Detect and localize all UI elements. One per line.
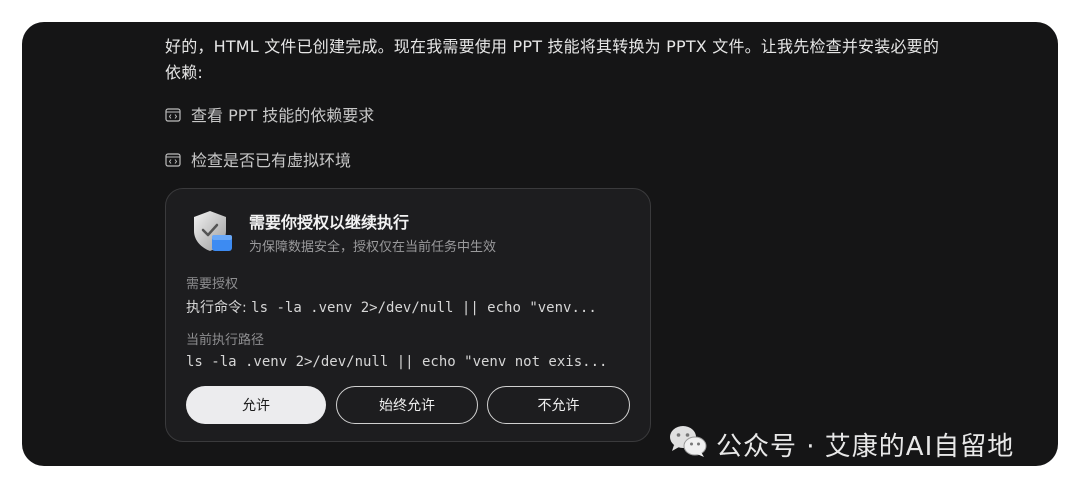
step-label: 查看 PPT 技能的依赖要求 [191, 106, 375, 125]
code-icon [165, 107, 181, 122]
card-subtitle: 为保障数据安全，授权仅在当前任务中生效 [249, 240, 497, 255]
always-allow-button[interactable]: 始终允许 [336, 386, 478, 424]
allow-button[interactable]: 允许 [186, 386, 326, 424]
watermark-text: 公众号 · 艾康的AI自留地 [716, 432, 1015, 462]
card-title: 需要你授权以继续执行 [249, 213, 410, 232]
command-value: ls -la .venv 2>/dev/null || echo "venv..… [251, 300, 597, 316]
step-item[interactable]: 查看 PPT 技能的依赖要求 [165, 102, 374, 126]
watermark: 公众号 · 艾康的AI自留地 [668, 424, 1014, 465]
authorization-card: 需要你授权以继续执行 为保障数据安全，授权仅在当前任务中生效 需要授权 执行命令… [165, 188, 651, 442]
code-icon [165, 152, 181, 167]
step-item[interactable]: 检查是否已有虚拟环境 [165, 147, 351, 171]
assistant-message: 好的，HTML 文件已创建完成。现在我需要使用 PPT 技能将其转换为 PPTX… [165, 37, 940, 82]
deny-button[interactable]: 不允许 [487, 386, 630, 424]
chat-window: 好的，HTML 文件已创建完成。现在我需要使用 PPT 技能将其转换为 PPTX… [22, 22, 1058, 466]
command-prefix: 执行命令: [186, 300, 252, 316]
step-label: 检查是否已有虚拟环境 [191, 151, 352, 170]
section-label: 需要授权 [186, 277, 239, 292]
command-text: 执行命令: ls -la .venv 2>/dev/null || echo "… [186, 297, 630, 317]
path-text: ls -la .venv 2>/dev/null || echo "venv n… [186, 354, 608, 370]
shield-check-icon [190, 209, 234, 255]
section-label: 当前执行路径 [186, 333, 265, 348]
wechat-icon [668, 424, 708, 465]
